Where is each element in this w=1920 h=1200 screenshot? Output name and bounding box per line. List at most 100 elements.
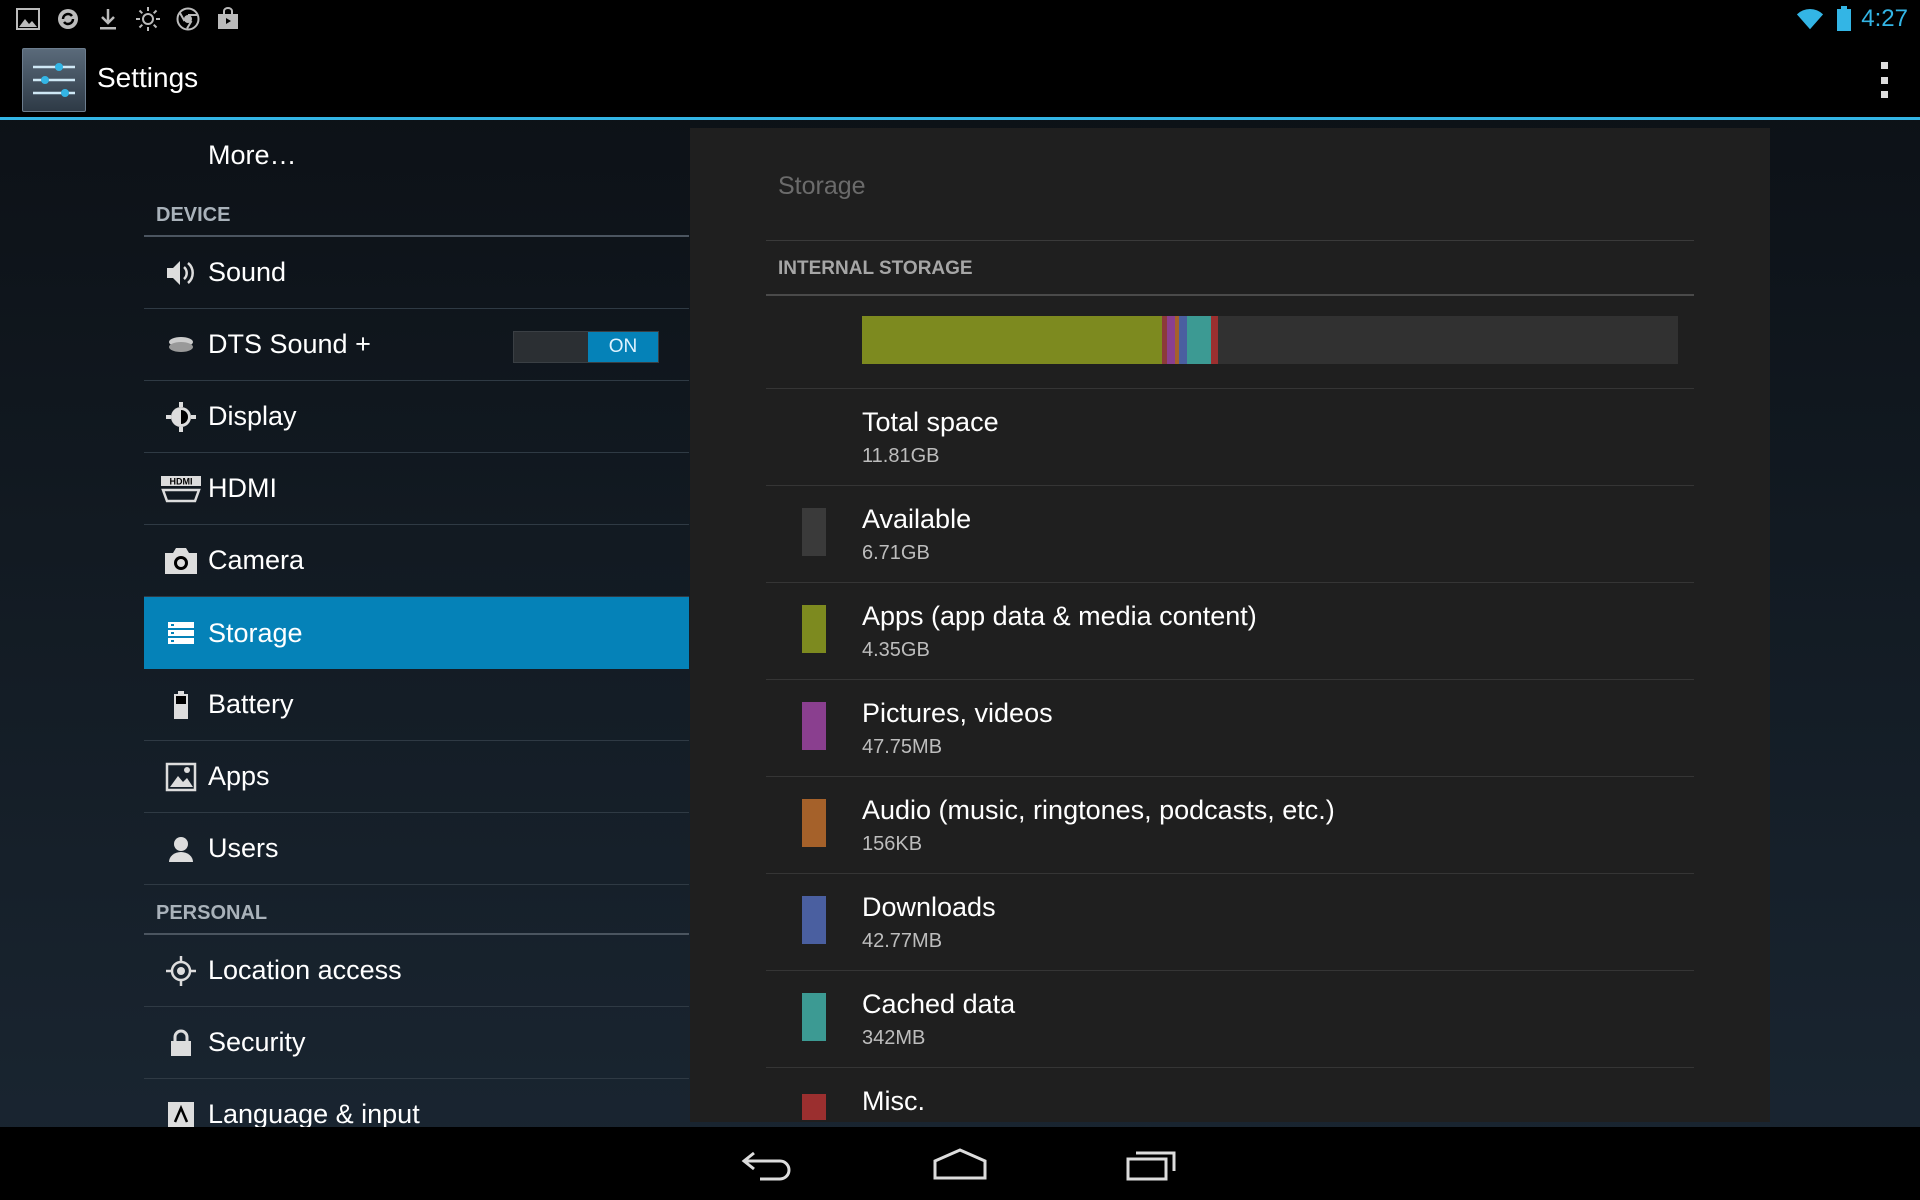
sidebar-item-label: Camera — [208, 545, 305, 575]
sidebar-item-camera[interactable]: Camera — [144, 525, 689, 597]
location-icon — [154, 951, 208, 991]
sidebar-item-security[interactable]: Security — [144, 1007, 689, 1079]
storage-row-misc[interactable]: Misc. — [766, 1067, 1694, 1122]
storage-row-value: 6.71GB — [862, 542, 930, 564]
sidebar-item-display[interactable]: Display — [144, 381, 689, 453]
storage-row-value: 342MB — [862, 1027, 926, 1049]
speaker-icon — [154, 253, 208, 293]
storage-row-pictures-videos[interactable]: Pictures, videos 47.75MB — [766, 679, 1694, 776]
lock-icon — [154, 1023, 208, 1063]
home-icon[interactable] — [920, 1139, 1000, 1189]
sidebar-item-label: Sound — [208, 257, 287, 287]
toggle-on-label: ON — [588, 332, 658, 362]
sidebar-item-label: Display — [208, 401, 297, 431]
storage-row-label: Misc. — [862, 1086, 925, 1116]
storage-usage-bar — [862, 316, 1678, 364]
gallery-icon — [14, 5, 42, 33]
download-icon — [94, 5, 122, 33]
brightness-icon — [134, 5, 162, 33]
storage-row-label: Cached data — [862, 989, 1016, 1019]
sidebar-item-label: Security — [208, 1027, 306, 1057]
storage-row-label: Available — [862, 504, 972, 534]
sidebar-item-label: DTS Sound + — [208, 329, 371, 359]
color-swatch — [802, 605, 826, 653]
app-title: Settings — [97, 62, 199, 93]
camera-icon — [154, 541, 208, 581]
users-icon — [154, 829, 208, 869]
section-header-internal-storage: INTERNAL STORAGE — [766, 252, 1694, 296]
usage-bar-segment — [1167, 316, 1176, 364]
storage-row-label: Audio (music, ringtones, podcasts, etc.) — [862, 795, 1335, 825]
storage-icon — [154, 613, 208, 653]
settings-list: More… DEVICE Sound DTS Sound + ON Displa… — [144, 123, 689, 1127]
battery-icon — [154, 685, 208, 725]
color-swatch — [802, 799, 826, 847]
storage-row-value: 11.81GB — [862, 445, 940, 467]
hdmi-icon: HDMI — [154, 469, 208, 509]
sidebar-item-users[interactable]: Users — [144, 813, 689, 885]
storage-row-downloads[interactable]: Downloads 42.77MB — [766, 873, 1694, 970]
color-swatch — [802, 993, 826, 1041]
chrome-icon — [174, 5, 202, 33]
sidebar-item-hdmi[interactable]: HDMI HDMI — [144, 453, 689, 525]
sidebar-item-label: Battery — [208, 689, 294, 719]
section-header-personal: PERSONAL — [144, 885, 689, 935]
back-icon[interactable] — [728, 1139, 808, 1189]
navigation-bar — [0, 1127, 1920, 1200]
overflow-menu-icon[interactable] — [1878, 62, 1890, 98]
action-bar: Settings — [0, 38, 1920, 120]
storage-row-label: Total space — [862, 407, 999, 437]
settings-app-icon[interactable] — [22, 48, 86, 112]
storage-row-apps[interactable]: Apps (app data & media content) 4.35GB — [766, 582, 1694, 679]
sidebar-item-location-access[interactable]: Location access — [144, 935, 689, 1007]
storage-row-value: 47.75MB — [862, 736, 943, 758]
clock: 4:27 — [1861, 5, 1908, 32]
sidebar-item-label: Users — [208, 833, 279, 863]
wifi-icon — [1796, 5, 1824, 33]
apps-icon — [154, 757, 208, 797]
sidebar-item-dts-sound[interactable]: DTS Sound + ON — [144, 309, 689, 381]
sidebar-item-label: Location access — [208, 955, 402, 985]
color-swatch — [802, 1094, 826, 1120]
divider — [766, 240, 1694, 241]
sidebar-item-label: Apps — [208, 761, 270, 791]
storage-row-value: 42.77MB — [862, 930, 943, 952]
dts-icon — [154, 325, 208, 365]
status-bar: 4:27 — [0, 0, 1920, 38]
sidebar-item-apps[interactable]: Apps — [144, 741, 689, 813]
storage-pane: Storage INTERNAL STORAGE Total space 11.… — [690, 128, 1770, 1122]
sidebar-item-storage[interactable]: Storage — [144, 597, 689, 669]
storage-row-label: Downloads — [862, 892, 996, 922]
recents-icon[interactable] — [1112, 1139, 1192, 1189]
dts-sound-toggle[interactable]: ON — [513, 331, 659, 363]
sidebar-item-sound[interactable]: Sound — [144, 237, 689, 309]
color-swatch — [802, 508, 826, 556]
storage-row-value: 4.35GB — [862, 639, 930, 661]
display-gear-icon — [154, 397, 208, 437]
usage-bar-segment — [1178, 316, 1187, 364]
sidebar-item-more[interactable]: More… — [144, 123, 689, 187]
usage-bar-segment — [862, 316, 1163, 364]
sidebar-item-battery[interactable]: Battery — [144, 669, 689, 741]
storage-row-total-space: Total space 11.81GB — [766, 388, 1694, 485]
battery-icon — [1830, 5, 1858, 33]
storage-row-available[interactable]: Available 6.71GB — [766, 485, 1694, 582]
sidebar-item-label: Language & input — [208, 1099, 420, 1127]
usage-bar-segment — [1211, 316, 1218, 364]
color-swatch — [802, 896, 826, 944]
color-swatch — [802, 702, 826, 750]
svg-text:HDMI: HDMI — [170, 476, 193, 486]
shop-icon — [214, 5, 242, 33]
sidebar-item-language-input[interactable]: Language & input — [144, 1079, 689, 1127]
page-title: Storage — [778, 172, 866, 200]
storage-row-value: 156KB — [862, 833, 923, 855]
storage-row-audio[interactable]: Audio (music, ringtones, podcasts, etc.)… — [766, 776, 1694, 873]
language-icon — [154, 1095, 208, 1127]
usage-bar-segment — [1186, 316, 1212, 364]
sidebar-item-label: Storage — [208, 617, 303, 648]
sidebar-item-label: HDMI — [208, 473, 277, 503]
storage-row-label: Pictures, videos — [862, 698, 1053, 728]
sidebar-item-label: More… — [208, 139, 297, 170]
storage-row-cached-data[interactable]: Cached data 342MB — [766, 970, 1694, 1067]
storage-row-label: Apps (app data & media content) — [862, 601, 1257, 631]
